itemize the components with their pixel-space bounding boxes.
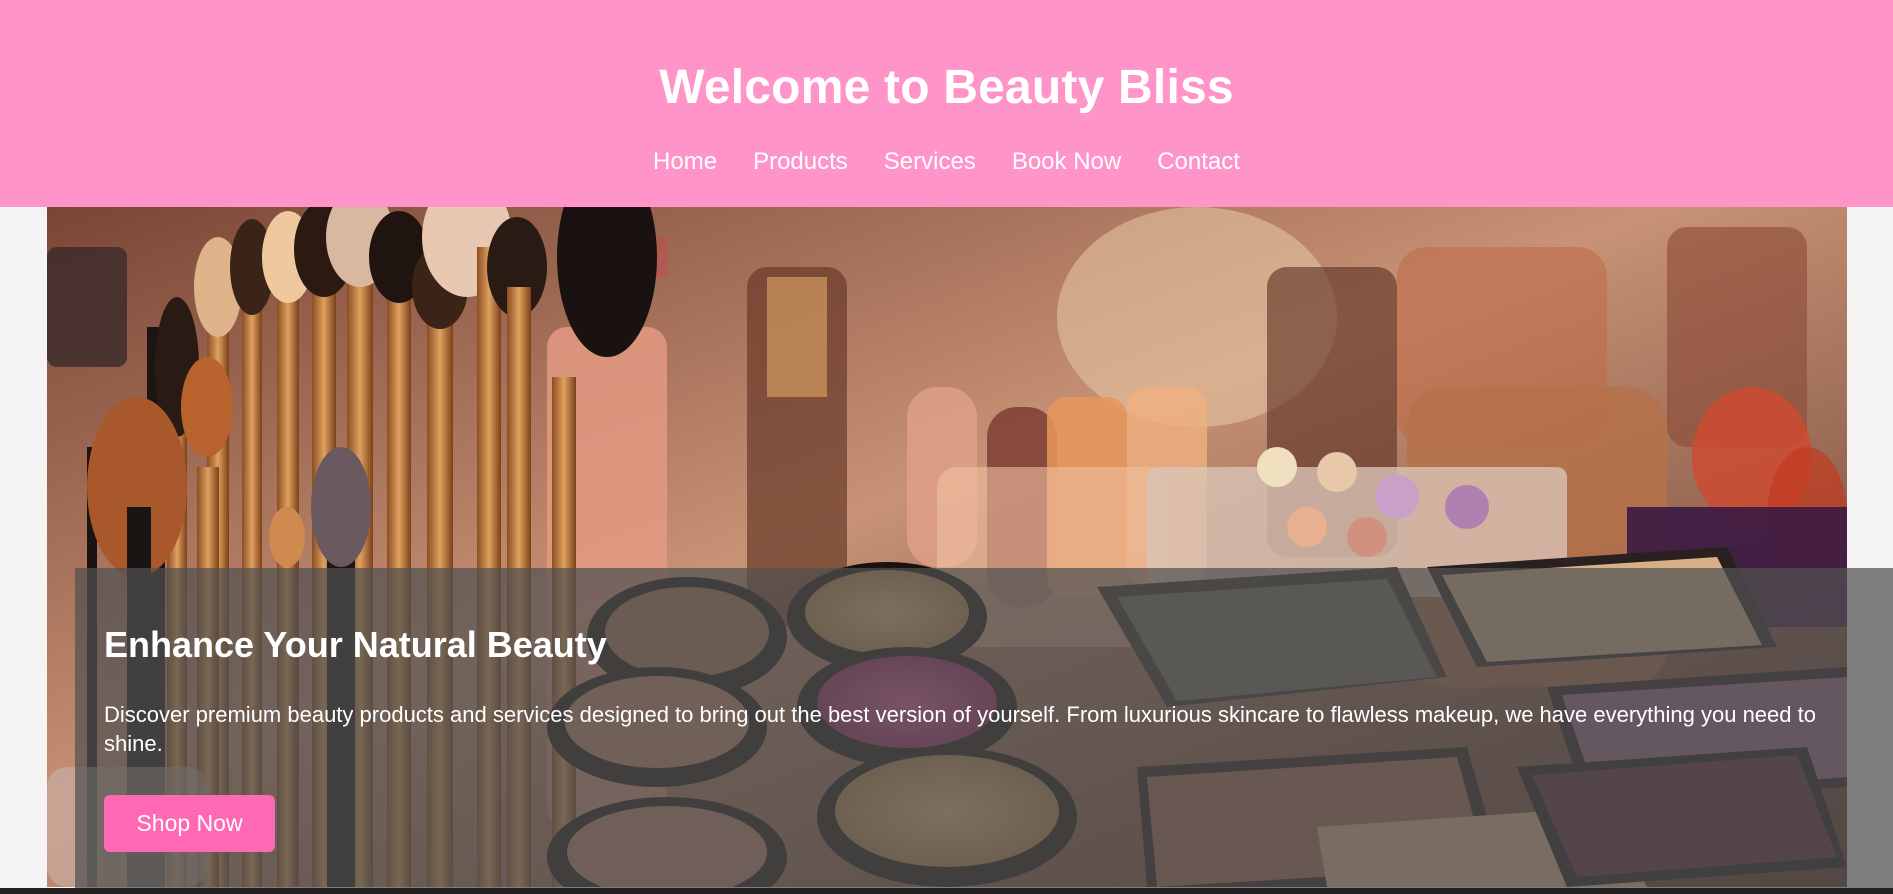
nav-contact-link[interactable]: Contact bbox=[1139, 148, 1258, 176]
nav-services-link[interactable]: Services bbox=[866, 148, 994, 176]
hero-heading: Enhance Your Natural Beauty bbox=[104, 624, 607, 665]
main-nav: Home Products Services Book Now Contact bbox=[0, 148, 1893, 176]
nav-products-link[interactable]: Products bbox=[735, 148, 866, 176]
hero-description: Discover premium beauty products and ser… bbox=[104, 702, 1816, 756]
nav-book-now-link[interactable]: Book Now bbox=[994, 148, 1139, 176]
bottom-edge-bar bbox=[0, 888, 1893, 894]
nav-home-link[interactable]: Home bbox=[635, 148, 735, 176]
shop-now-button[interactable]: Shop Now bbox=[104, 795, 275, 852]
site-title: Welcome to Beauty Bliss bbox=[659, 61, 1234, 114]
site-header: Welcome to Beauty Bliss Home Products Se… bbox=[0, 0, 1893, 207]
